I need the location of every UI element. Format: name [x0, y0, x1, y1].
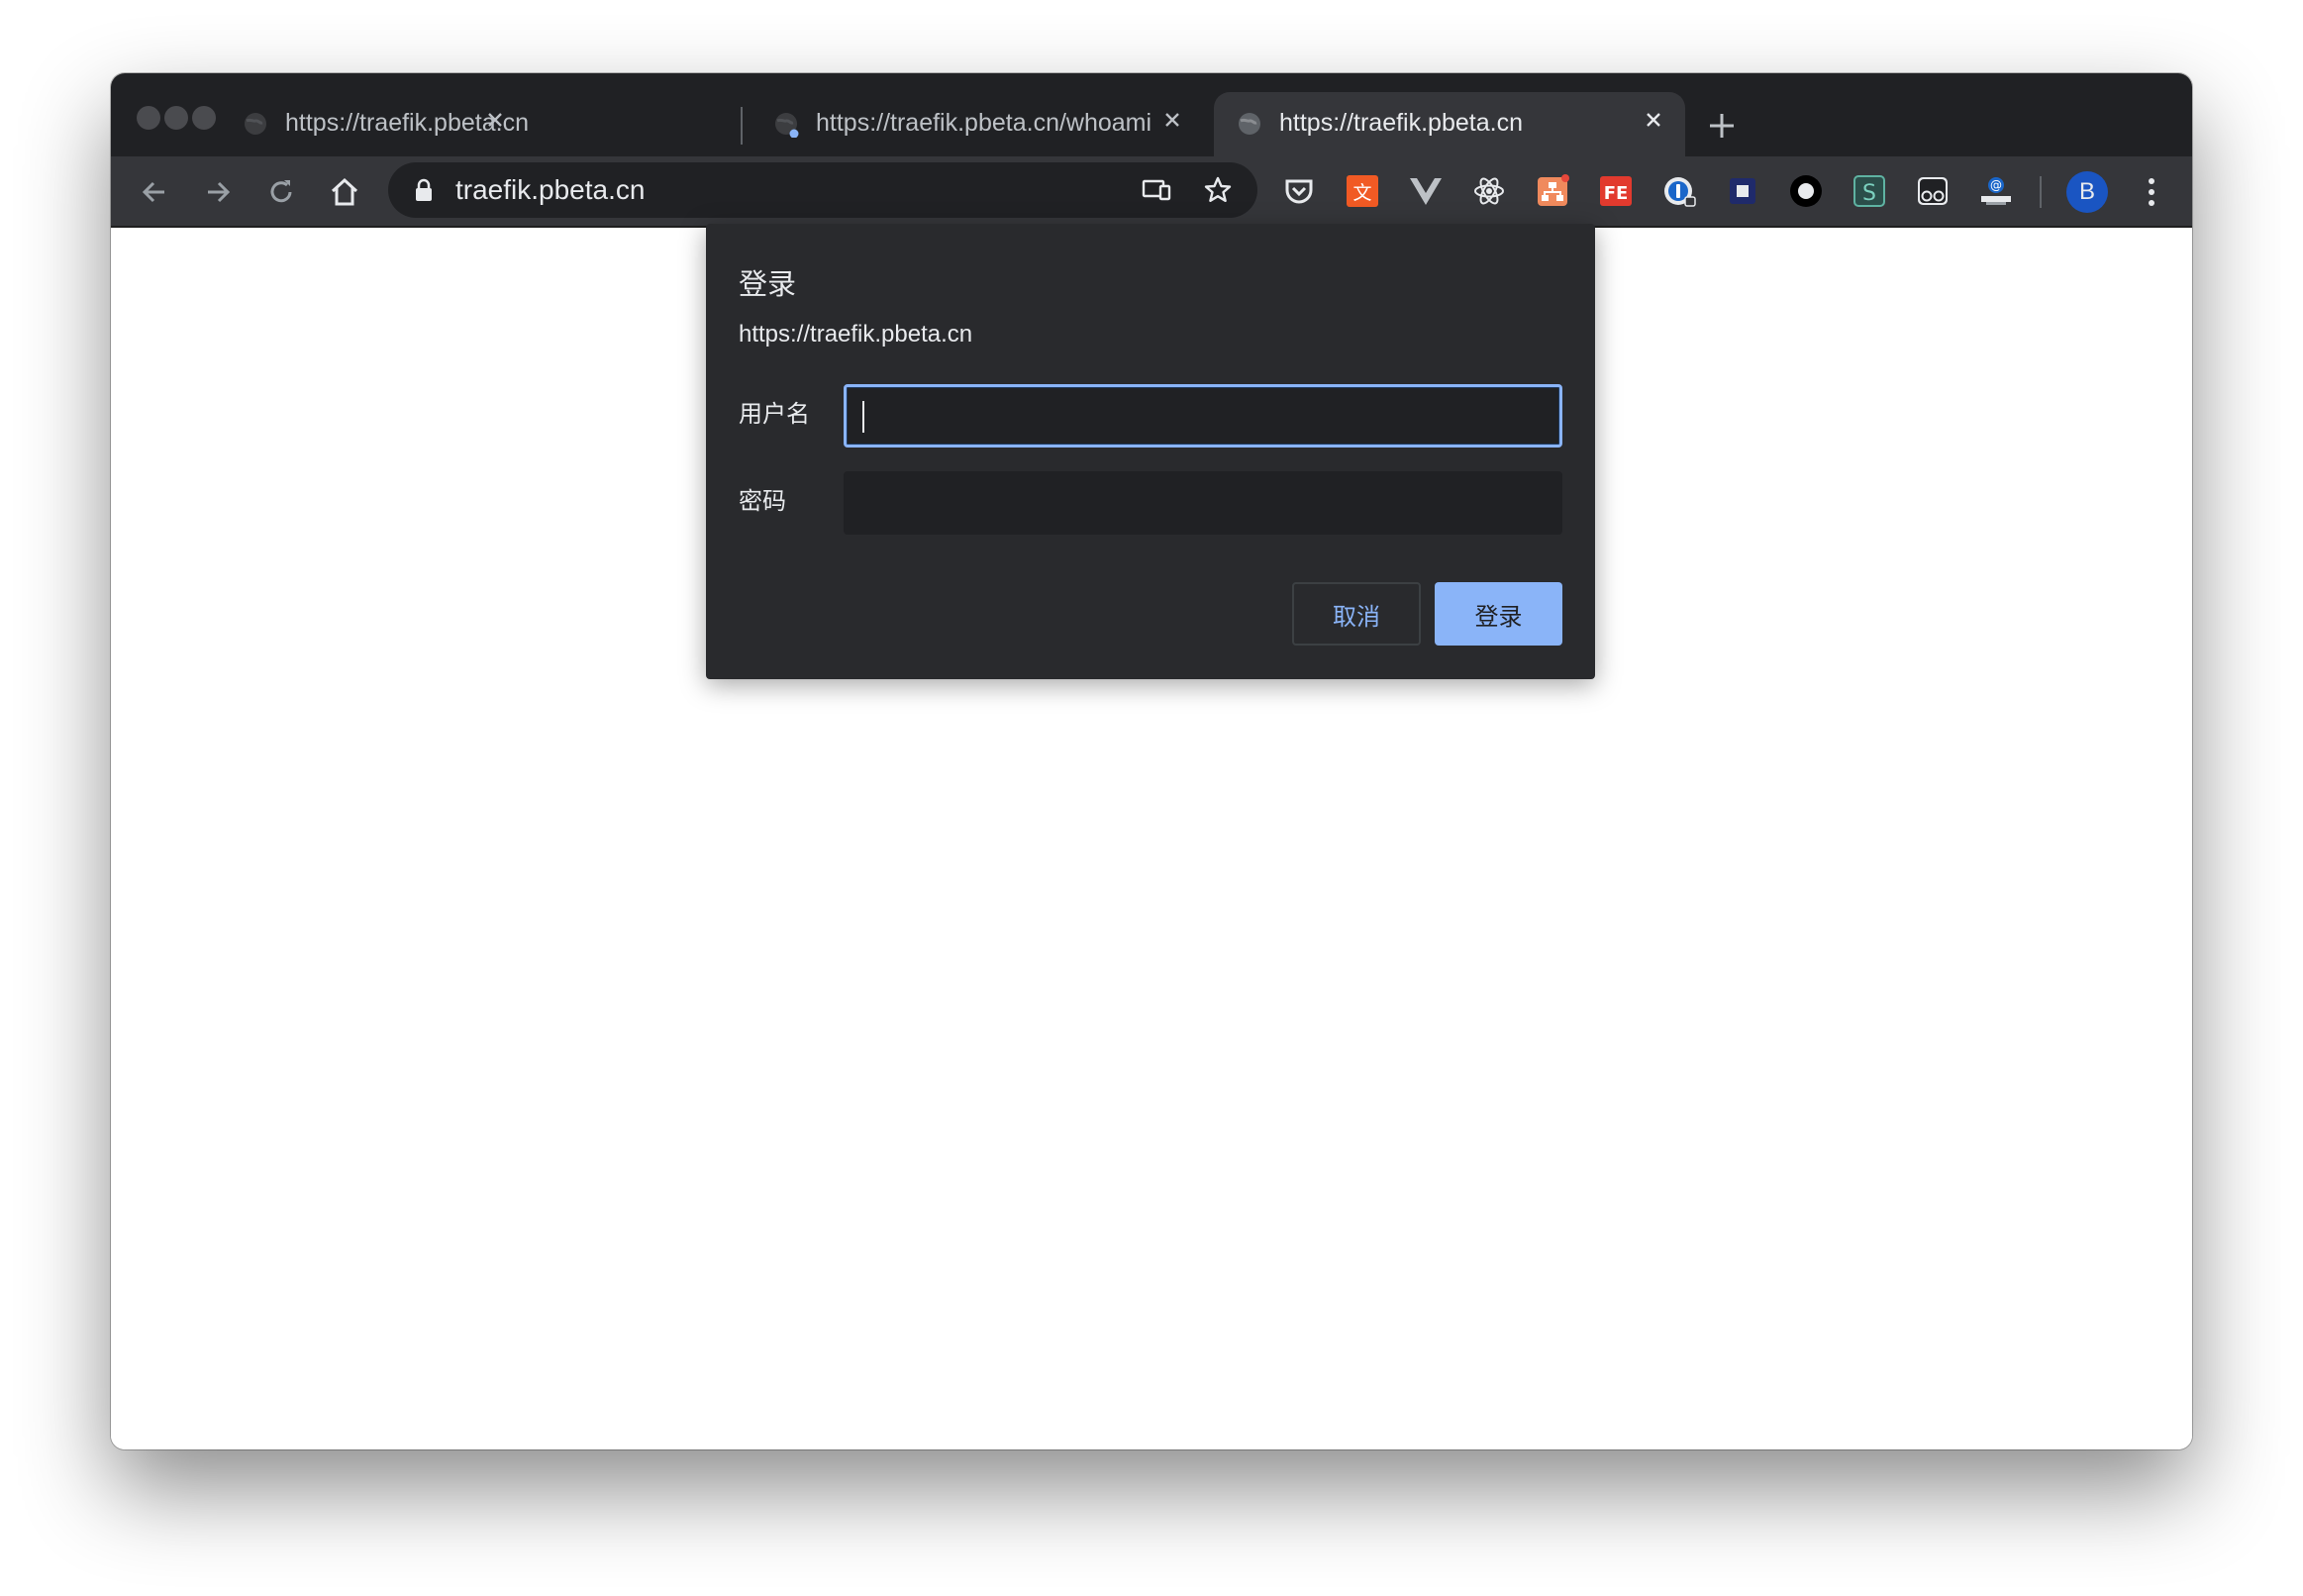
tab-3-active[interactable]: https://traefik.pbeta.cn: [1214, 92, 1685, 156]
text-caret: [862, 401, 864, 433]
login-button[interactable]: 登录: [1435, 582, 1562, 646]
react-devtools-icon[interactable]: [1471, 173, 1507, 209]
toolbar: traefik.pbeta.cn 文 FE S @ B: [111, 156, 2192, 228]
svg-text:FE: FE: [1604, 183, 1629, 204]
svg-text:文: 文: [1352, 182, 1371, 204]
close-icon[interactable]: [1640, 106, 1667, 134]
username-label: 用户名: [739, 401, 810, 428]
fe-helper-extension-icon[interactable]: FE: [1598, 173, 1634, 209]
svg-text:@: @: [1990, 178, 2002, 192]
tab-2[interactable]: https://traefik.pbeta.cn/whoami: [751, 92, 1204, 156]
pocket-extension-icon[interactable]: [1281, 173, 1317, 209]
globe-icon: [245, 113, 266, 135]
tab-title: https://traefik.pbeta.cn/whoami: [816, 109, 1152, 137]
tab-1[interactable]: https://traefik.pbeta.cn: [220, 92, 529, 156]
dialog-title: 登录: [739, 269, 797, 301]
globe-icon: [775, 113, 799, 138]
forward-arrow-icon[interactable]: [200, 174, 236, 210]
glasses-extension-icon[interactable]: [1915, 173, 1951, 209]
circle-extension-icon[interactable]: [1788, 173, 1824, 209]
http-auth-dialog: 登录 https://traefik.pbeta.cn 用户名 密码 取消 登录: [706, 224, 1595, 679]
password-input[interactable]: [844, 471, 1562, 535]
username-input[interactable]: [847, 387, 1559, 445]
address-url[interactable]: traefik.pbeta.cn: [455, 174, 645, 206]
globe-icon: [1239, 113, 1260, 135]
at-sign-extension-icon[interactable]: @: [1978, 173, 2014, 209]
new-tab-plus-icon[interactable]: [1705, 109, 1739, 143]
username-field-container: [844, 384, 1562, 448]
translate-extension-icon[interactable]: 文: [1345, 173, 1380, 209]
password-label: 密码: [739, 488, 786, 515]
close-window-button[interactable]: [137, 106, 160, 130]
profile-avatar[interactable]: B: [2066, 171, 2108, 213]
square-extension-icon[interactable]: [1725, 173, 1760, 209]
reload-icon[interactable]: [263, 174, 299, 210]
bookmark-star-icon[interactable]: [1202, 174, 1234, 206]
dialog-origin: https://traefik.pbeta.cn: [739, 321, 973, 348]
vue-devtools-icon[interactable]: [1408, 173, 1444, 209]
lock-icon: [416, 178, 432, 201]
password-field-container: [844, 471, 1562, 535]
cancel-button[interactable]: 取消: [1292, 582, 1421, 646]
address-bar[interactable]: traefik.pbeta.cn: [388, 162, 1257, 218]
zoom-window-button[interactable]: [192, 106, 216, 130]
tab-strip: https://traefik.pbeta.cn https://traefik…: [111, 73, 2192, 156]
browser-window: https://traefik.pbeta.cn https://traefik…: [111, 73, 2192, 1449]
close-icon[interactable]: [481, 106, 509, 134]
onepassword-extension-icon[interactable]: [1661, 173, 1697, 209]
tab-title: https://traefik.pbeta.cn: [1279, 109, 1523, 137]
s-extension-icon[interactable]: S: [1852, 173, 1887, 209]
back-arrow-icon[interactable]: [137, 174, 172, 210]
svg-text:S: S: [1862, 181, 1876, 206]
tab-separator: [741, 107, 743, 145]
minimize-window-button[interactable]: [164, 106, 188, 130]
toolbar-divider: [2040, 176, 2042, 208]
org-chart-extension-icon[interactable]: [1535, 173, 1570, 209]
home-icon[interactable]: [327, 174, 362, 210]
kebab-menu-icon[interactable]: [2136, 172, 2167, 212]
cast-device-icon[interactable]: [1141, 174, 1172, 206]
close-icon[interactable]: [1158, 106, 1186, 134]
